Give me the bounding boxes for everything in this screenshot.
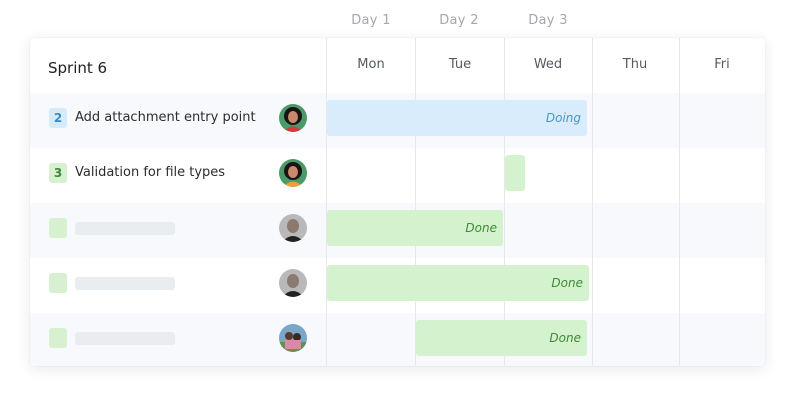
column-header-thu: Thu: [622, 57, 648, 72]
task-title-placeholder: [75, 332, 175, 345]
column-header-mon: Mon: [357, 57, 385, 72]
day-1-label: Day 1: [351, 13, 391, 28]
column-header-wed: Wed: [533, 57, 563, 72]
column-divider: [415, 38, 416, 366]
task-number-badge: [49, 273, 67, 293]
column-header-tue: Tue: [448, 57, 472, 72]
status-label: Done: [549, 331, 581, 345]
column-header-fri: Fri: [714, 57, 730, 72]
task-status-bar[interactable]: Done: [327, 265, 589, 301]
task-number-badge: 2: [49, 108, 67, 128]
person-dark-hair-avatar: [279, 159, 307, 187]
task-status-bar[interactable]: Done: [416, 320, 587, 356]
task-title-placeholder: [75, 277, 175, 290]
task-status-bar[interactable]: [505, 155, 525, 191]
task-number-badge: [49, 218, 67, 238]
column-divider: [326, 38, 327, 366]
status-label: Doing: [545, 111, 581, 125]
status-label: Done: [465, 221, 497, 235]
person-bald-avatar: [279, 269, 307, 297]
status-label: Done: [551, 276, 583, 290]
task-number-badge: [49, 328, 67, 348]
person-bald-avatar: [279, 214, 307, 242]
task-title[interactable]: Validation for file types: [75, 165, 225, 180]
task-title[interactable]: Add attachment entry point: [75, 110, 256, 125]
sprint-title: Sprint 6: [48, 59, 108, 77]
person-outdoor-avatar: [279, 324, 307, 352]
task-status-bar[interactable]: Doing: [327, 100, 587, 136]
sprint-board: Sprint 6 Mon Tue Wed Thu Fri 2 Add attac…: [30, 38, 765, 366]
column-divider: [504, 38, 505, 366]
person-dark-hair-avatar: [279, 104, 307, 132]
day-3-label: Day 3: [528, 13, 568, 28]
column-divider: [679, 38, 680, 366]
column-divider: [592, 38, 593, 366]
task-title-placeholder: [75, 222, 175, 235]
task-number-badge: 3: [49, 163, 67, 183]
task-status-bar[interactable]: Done: [327, 210, 503, 246]
day-2-label: Day 2: [439, 13, 479, 28]
